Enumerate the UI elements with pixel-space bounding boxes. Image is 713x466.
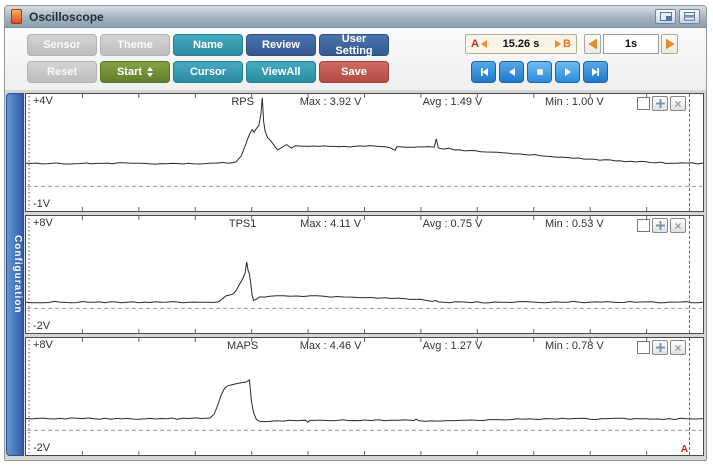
- plus-icon: [656, 99, 665, 108]
- stat-min: Min : 0.78 V: [545, 340, 604, 352]
- play-button[interactable]: [555, 61, 580, 83]
- y-max-label: +8V: [33, 217, 53, 229]
- sensor-button[interactable]: Sensor: [27, 34, 97, 56]
- add-channel-button[interactable]: [652, 218, 668, 233]
- channel-checkbox[interactable]: [637, 341, 650, 354]
- timebase-increase-button[interactable]: [661, 34, 678, 54]
- channel-name: MAPS: [227, 340, 258, 352]
- stat-avg: Avg : 1.27 V: [423, 340, 483, 352]
- waveform-rps: [26, 94, 703, 211]
- cursor-a-line[interactable]: [689, 338, 690, 455]
- stat-min: Min : 1.00 V: [545, 96, 604, 108]
- panel-controls: ×: [637, 96, 686, 111]
- stat-max: Max : 4.11 V: [300, 218, 361, 230]
- step-back-icon: [507, 67, 517, 77]
- cursor-a-line[interactable]: [689, 94, 690, 211]
- viewall-button[interactable]: ViewAll: [246, 61, 316, 83]
- plus-icon: [656, 221, 665, 230]
- tile-windows-icon: [684, 12, 695, 21]
- skip-to-start-icon: [479, 67, 489, 77]
- review-button[interactable]: Review: [246, 34, 316, 56]
- channel-checkbox[interactable]: [637, 219, 650, 232]
- add-channel-button[interactable]: [652, 340, 668, 355]
- name-button[interactable]: Name: [173, 34, 243, 56]
- window-mode-icon: [660, 12, 672, 21]
- app-icon: [11, 9, 22, 24]
- cursor-a-flag: A: [681, 444, 688, 455]
- skip-to-end-icon: [591, 67, 601, 77]
- tile-windows-button[interactable]: [679, 9, 700, 24]
- stat-max: Max : 3.92 V: [300, 96, 362, 108]
- cursor-button[interactable]: Cursor: [173, 61, 243, 83]
- y-max-label: +8V: [33, 339, 53, 351]
- skip-to-start-button[interactable]: [471, 61, 496, 83]
- ab-right-arrow-icon[interactable]: [555, 40, 561, 48]
- start-button[interactable]: Start: [100, 61, 170, 83]
- waveform-maps: [26, 338, 703, 455]
- charts-container: +4V -1V RPS Max : 3.92 V Avg : 1.49 V Mi…: [25, 93, 704, 456]
- stop-icon: [535, 67, 545, 77]
- window-title: Oscilloscope: [29, 10, 652, 24]
- titlebar[interactable]: Oscilloscope: [5, 6, 706, 28]
- channel-checkbox[interactable]: [637, 97, 650, 110]
- y-min-label: -2V: [33, 442, 50, 454]
- timebase-decrease-button[interactable]: [584, 34, 601, 54]
- theme-button[interactable]: Theme: [100, 34, 170, 56]
- close-channel-button[interactable]: ×: [670, 218, 686, 233]
- time-controls: A 15.26 s B 1s: [465, 34, 678, 54]
- reset-button[interactable]: Reset: [27, 61, 97, 83]
- toolbar-row-2: Reset Start Cursor ViewAll Save: [27, 61, 392, 83]
- cursor-a-label: A: [471, 38, 479, 50]
- save-button[interactable]: Save: [319, 61, 389, 83]
- plus-icon: [656, 343, 665, 352]
- close-channel-button[interactable]: ×: [670, 96, 686, 111]
- timebase-value-box[interactable]: 1s: [603, 34, 659, 54]
- toolbar: Sensor Theme Name Review User Setting Re…: [5, 28, 706, 90]
- oscilloscope-window: Oscilloscope Sensor Theme Name Review Us…: [4, 5, 707, 461]
- waveform-tps1: [26, 216, 703, 333]
- transport-controls: [471, 61, 608, 83]
- cursor-a-line[interactable]: [689, 216, 690, 333]
- chart-panel-tps1: +8V -2V TPS1 Max : 4.11 V Avg : 0.75 V M…: [25, 215, 704, 334]
- left-arrow-icon: [589, 39, 597, 49]
- right-arrow-icon: [666, 39, 674, 49]
- start-spinner-icon: [147, 67, 153, 77]
- channel-name: RPS: [231, 96, 254, 108]
- play-icon: [563, 67, 573, 77]
- y-max-label: +4V: [33, 95, 53, 107]
- add-channel-button[interactable]: [652, 96, 668, 111]
- user-setting-button[interactable]: User Setting: [319, 34, 389, 56]
- y-min-label: -1V: [33, 198, 50, 210]
- chart-panel-maps: +8V -2V MAPS Max : 4.46 V Avg : 1.27 V M…: [25, 337, 704, 456]
- panel-controls: ×: [637, 218, 686, 233]
- cursor-b-label: B: [563, 38, 571, 50]
- stat-max: Max : 4.46 V: [300, 340, 362, 352]
- stop-button[interactable]: [527, 61, 552, 83]
- chart-panel-rps: +4V -1V RPS Max : 3.92 V Avg : 1.49 V Mi…: [25, 93, 704, 212]
- main-area: Configuration +4V -1V RPS Max : 3.92 V A…: [5, 90, 706, 461]
- step-back-button[interactable]: [499, 61, 524, 83]
- toolbar-row-1: Sensor Theme Name Review User Setting: [27, 34, 392, 56]
- channel-name: TPS1: [229, 218, 257, 230]
- ab-range-box[interactable]: A 15.26 s B: [465, 34, 577, 54]
- stat-avg: Avg : 0.75 V: [423, 218, 483, 230]
- close-channel-button[interactable]: ×: [670, 340, 686, 355]
- stat-min: Min : 0.53 V: [545, 218, 604, 230]
- configuration-tab[interactable]: Configuration: [6, 93, 24, 456]
- ab-range-value: 15.26 s: [487, 38, 555, 50]
- stat-avg: Avg : 1.49 V: [423, 96, 483, 108]
- window-mode-button[interactable]: [655, 9, 676, 24]
- y-min-label: -2V: [33, 320, 50, 332]
- skip-to-end-button[interactable]: [583, 61, 608, 83]
- panel-controls: ×: [637, 340, 686, 355]
